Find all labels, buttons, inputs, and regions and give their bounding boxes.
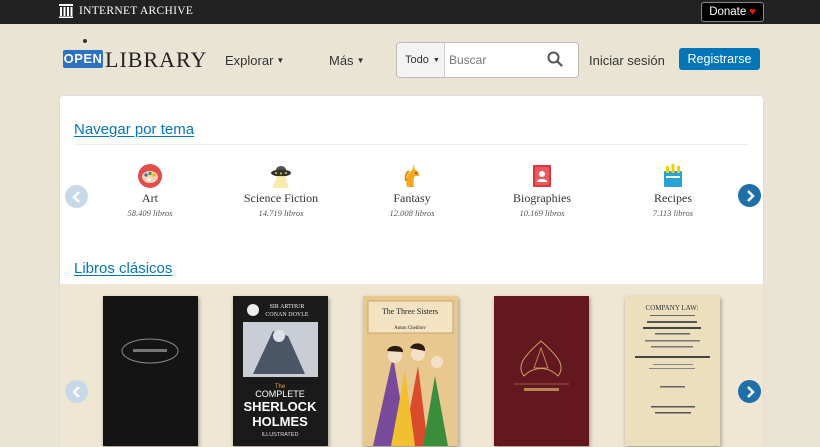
subject-label: Fantasy: [393, 191, 431, 205]
books-prev-arrow[interactable]: [65, 380, 88, 403]
section-divider: [74, 144, 748, 145]
svg-text:CONAN DOYLE: CONAN DOYLE: [265, 312, 308, 318]
subject-biographies[interactable]: Biographies 10.169 libros: [482, 163, 602, 218]
subject-fantasy[interactable]: Fantasy 12.008 libros: [352, 163, 472, 218]
nav-explore-menu[interactable]: Explorar ▼: [225, 53, 284, 68]
book-cover[interactable]: [103, 296, 198, 446]
book-cover[interactable]: COMPANY LAW:: [625, 296, 720, 446]
classic-books-title[interactable]: Libros clásicos: [74, 260, 172, 277]
subject-count: 58.409 libros: [127, 208, 173, 218]
nav-explore-label: Explorar: [225, 53, 274, 68]
caret-down-icon: ▼: [356, 56, 365, 65]
subject-count: 10.169 libros: [519, 208, 565, 218]
biography-book-icon: [529, 163, 555, 189]
archive-building-icon: [59, 4, 73, 18]
svg-text:COMPLETE: COMPLETE: [255, 389, 305, 399]
svg-text:SHERLOCK: SHERLOCK: [244, 399, 318, 414]
logo-library-text: LIBRARY: [105, 47, 208, 72]
svg-text:The Three Sisters: The Three Sisters: [382, 307, 438, 316]
donate-label: Donate: [709, 6, 747, 18]
browse-by-subject-title[interactable]: Navegar por tema: [74, 121, 194, 138]
logo-dot: [83, 39, 87, 43]
subject-label: Science Fiction: [243, 191, 319, 205]
subject-label: Recipes: [654, 191, 692, 205]
register-button[interactable]: Registrarse: [679, 48, 760, 70]
book-cover[interactable]: The Three Sisters Anton Chekhov: [363, 296, 458, 446]
subject-recipes[interactable]: Recipes 7.113 libros: [613, 163, 733, 218]
subjects-next-arrow[interactable]: [738, 184, 761, 207]
search-input[interactable]: [449, 51, 539, 69]
nav-more-menu[interactable]: Más ▼: [329, 53, 364, 68]
unicorn-icon: [399, 163, 425, 189]
book-cover[interactable]: [494, 296, 589, 446]
subjects-prev-arrow[interactable]: [65, 185, 88, 208]
books-next-arrow[interactable]: [738, 380, 761, 403]
logo-open-text: OPEN: [63, 50, 103, 68]
donate-button[interactable]: Donate ♥: [701, 2, 764, 22]
open-library-logo[interactable]: OPEN LIBRARY: [61, 38, 206, 78]
heart-icon: ♥: [749, 6, 756, 18]
nav-more-label: Más: [329, 53, 354, 68]
caret-down-icon: ▼: [432, 57, 440, 64]
art-palette-icon: [137, 163, 163, 189]
subject-label: Biographies: [513, 191, 571, 205]
caret-down-icon: ▼: [276, 56, 285, 65]
subject-art[interactable]: Art 58.409 libros: [90, 163, 210, 218]
subject-label: Art: [142, 191, 158, 205]
search-icon[interactable]: [547, 51, 563, 72]
internet-archive-label: INTERNET ARCHIVE: [79, 5, 194, 17]
subject-count: 12.008 libros: [389, 208, 435, 218]
login-link[interactable]: Iniciar sesión: [589, 53, 665, 68]
subject-count: 14.719 libros: [258, 208, 304, 218]
internet-archive-logo[interactable]: INTERNET ARCHIVE: [59, 4, 193, 18]
subject-science-fiction[interactable]: Science Fiction 14.719 libros: [221, 163, 341, 218]
svg-text:HOLMES: HOLMES: [252, 414, 308, 429]
ufo-icon: [268, 163, 294, 189]
search-bar: Todo ▼: [396, 42, 579, 78]
search-scope-select[interactable]: Todo ▼: [397, 43, 445, 77]
internet-archive-bar: INTERNET ARCHIVE Donate ♥: [0, 0, 820, 24]
svg-text:SIR ARTHUR: SIR ARTHUR: [270, 304, 305, 310]
recipes-icon: [660, 163, 686, 189]
search-scope-value: Todo: [405, 54, 429, 66]
subject-count: 7.113 libros: [652, 208, 694, 218]
svg-text:ILLUSTRATED: ILLUSTRATED: [262, 432, 299, 438]
svg-text:COMPANY LAW:: COMPANY LAW:: [646, 304, 699, 312]
book-cover[interactable]: SIR ARTHUR CONAN DOYLE The COMPLETE SHER…: [233, 296, 328, 446]
svg-text:Anton Chekhov: Anton Chekhov: [394, 326, 426, 331]
